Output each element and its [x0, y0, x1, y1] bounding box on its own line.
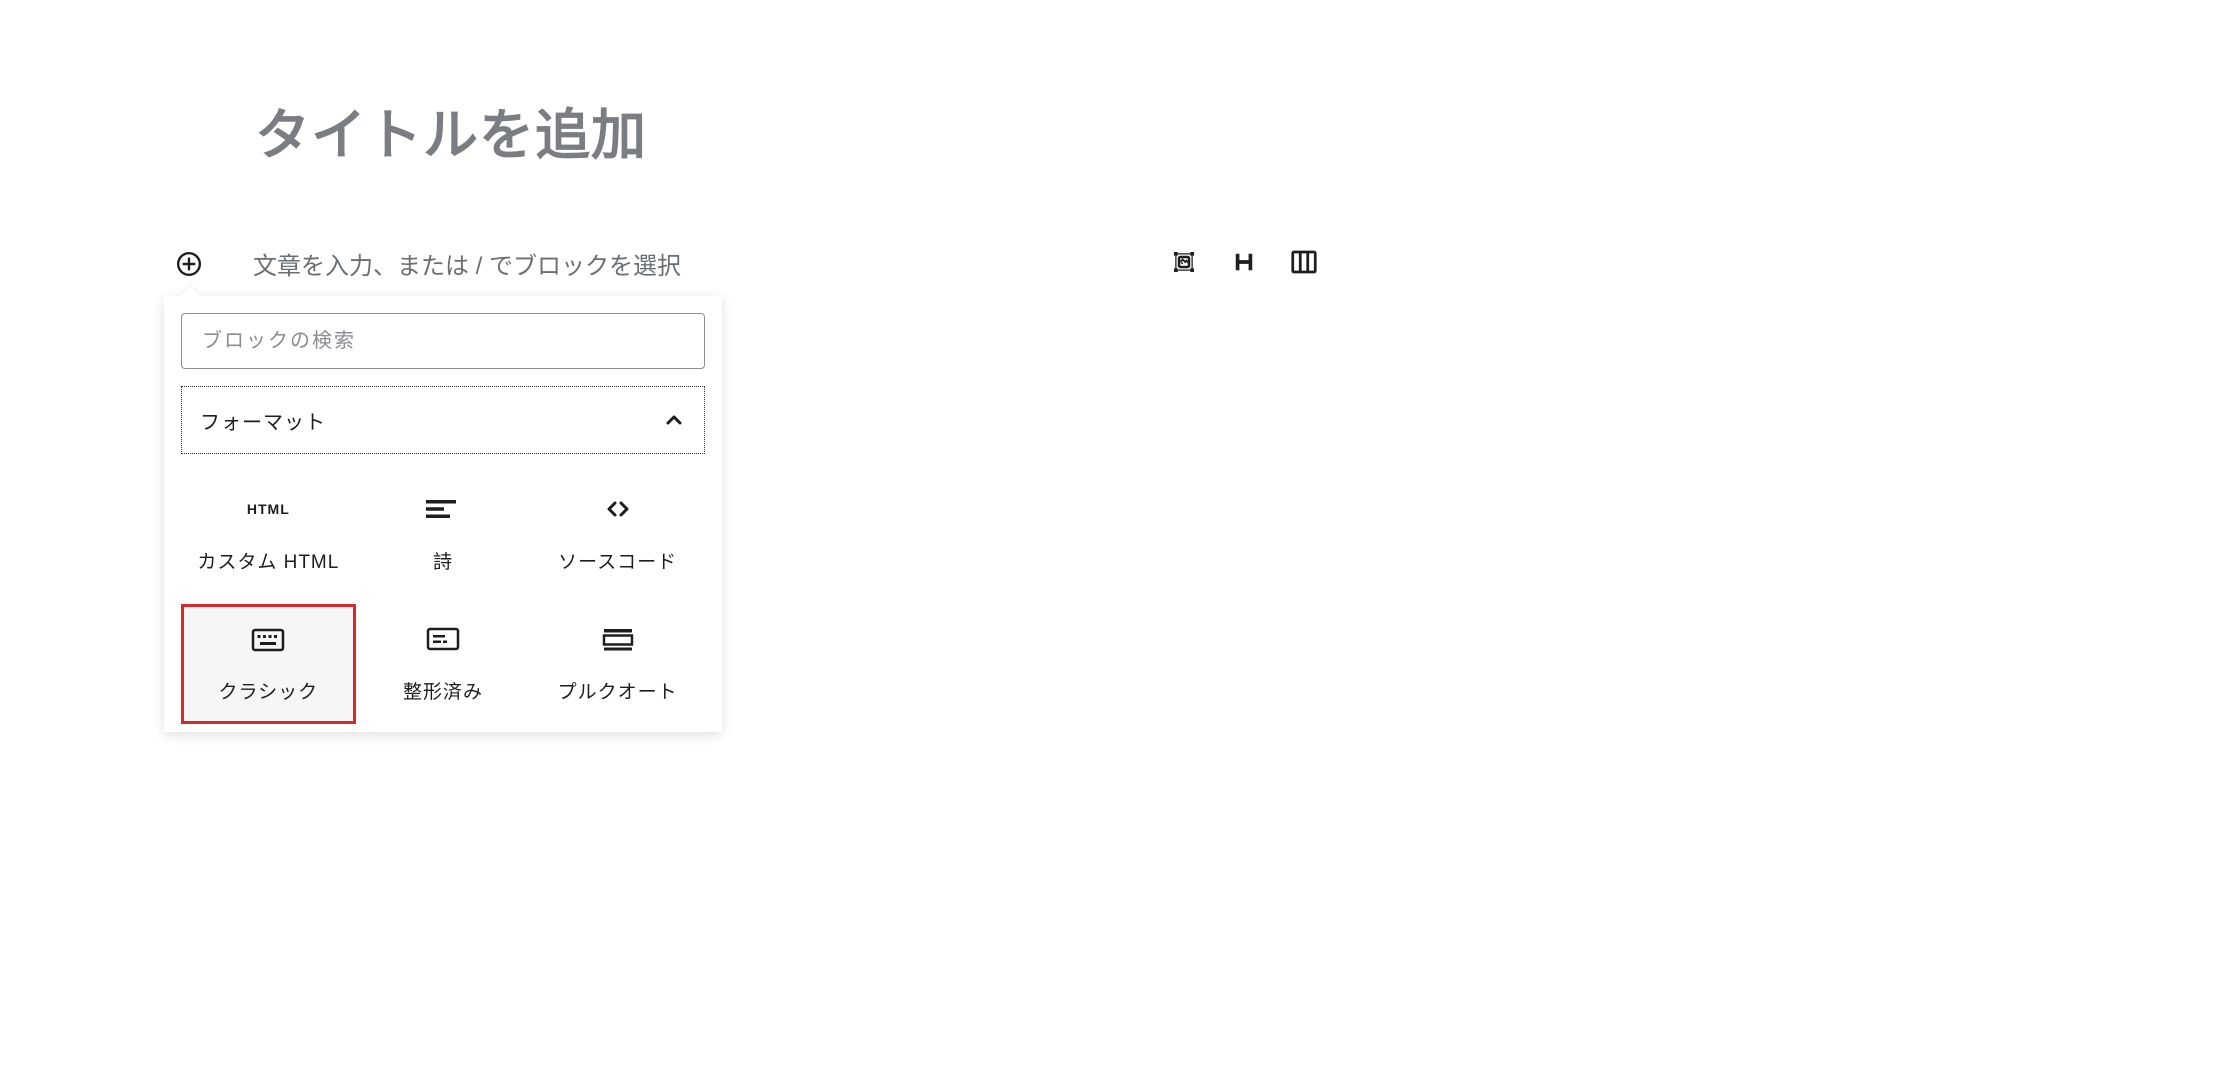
block-pullquote[interactable]: プルクオート — [530, 604, 705, 724]
block-verse[interactable]: 詩 — [356, 474, 531, 594]
block-label: カスタム HTML — [197, 547, 339, 574]
category-label: フォーマット — [200, 406, 326, 435]
block-label: プルクオート — [558, 677, 678, 704]
code-icon — [601, 495, 635, 523]
keyboard-icon — [251, 625, 285, 653]
block-suggestion-group[interactable] — [1168, 246, 1200, 278]
block-label: 詩 — [433, 547, 453, 574]
body-placeholder[interactable]: 文章を入力、または / でブロックを選択 — [253, 246, 1320, 281]
group-icon — [1169, 247, 1199, 277]
block-label: 整形済み — [403, 677, 483, 704]
heading-icon — [1233, 251, 1255, 273]
html-icon: HTML — [247, 495, 290, 523]
block-suggestion-columns[interactable] — [1288, 246, 1320, 278]
block-grid: HTML カスタム HTML 詩 ソースコード — [164, 454, 722, 732]
block-label: クラシック — [219, 677, 319, 704]
pullquote-icon — [601, 625, 635, 653]
search-wrap — [164, 296, 722, 386]
verse-icon — [426, 495, 460, 523]
chevron-up-icon — [662, 408, 686, 432]
preformatted-icon — [426, 625, 460, 653]
plus-circle-icon — [176, 251, 202, 277]
block-classic[interactable]: クラシック — [181, 604, 356, 724]
add-block-button[interactable] — [175, 250, 203, 278]
columns-icon — [1289, 247, 1319, 277]
block-inserter-popover: フォーマット HTML カスタム HTML 詩 — [164, 296, 722, 732]
block-label: ソースコード — [558, 547, 677, 574]
block-custom-html[interactable]: HTML カスタム HTML — [181, 474, 356, 594]
content-row: 文章を入力、または / でブロックを選択 — [175, 246, 1320, 281]
block-preformatted[interactable]: 整形済み — [356, 604, 531, 724]
block-suggestion-heading[interactable] — [1228, 246, 1260, 278]
category-header[interactable]: フォーマット — [181, 386, 705, 454]
title-placeholder[interactable]: タイトルを追加 — [255, 90, 647, 170]
search-input[interactable] — [181, 313, 705, 369]
block-code[interactable]: ソースコード — [530, 474, 705, 594]
